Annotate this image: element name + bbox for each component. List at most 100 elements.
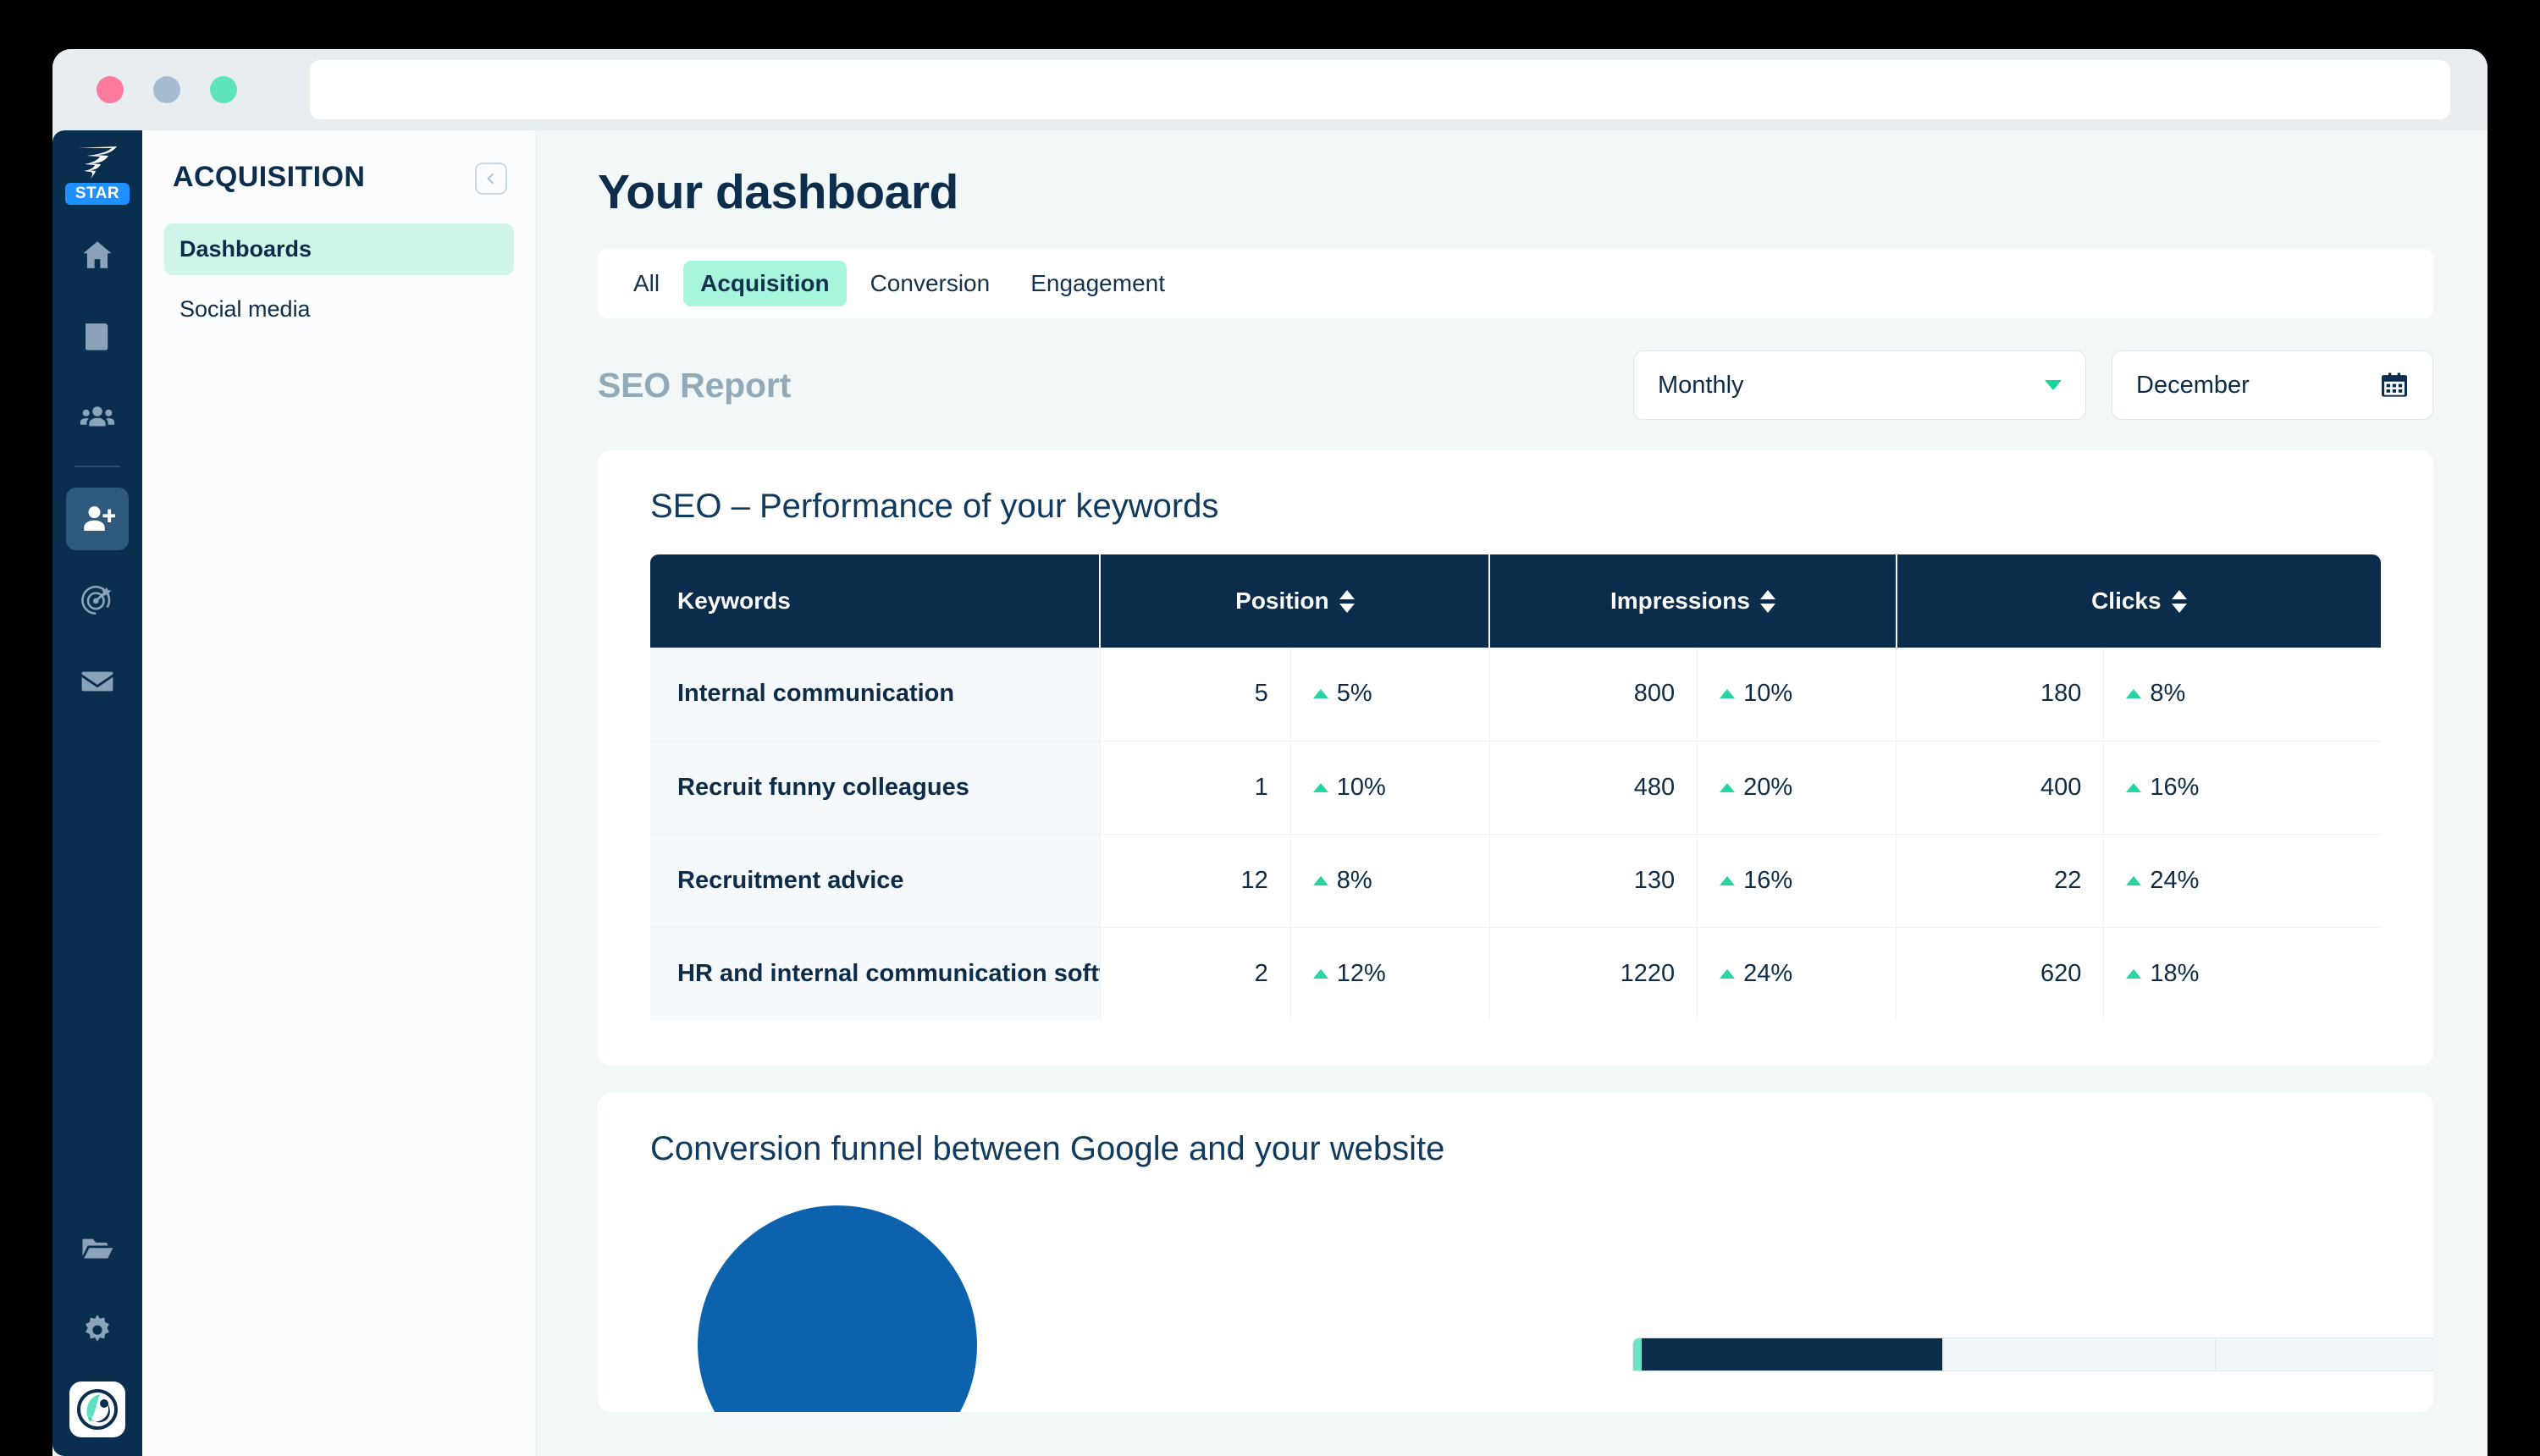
cell-position: 5 (1100, 648, 1291, 742)
funnel-header-cell (1642, 1338, 1942, 1371)
browser-window: STAR ACQUISITION Dashboards Social media… (52, 49, 2488, 1456)
rail-item-mail[interactable] (66, 650, 129, 713)
table-row[interactable]: HR and internal communication software 2… (650, 927, 2381, 1020)
tab-bar: All Acquisition Conversion Engagement (598, 249, 2433, 318)
cell-impressions: 1220 (1489, 927, 1698, 1020)
people-icon (80, 406, 115, 427)
target-icon (81, 586, 112, 615)
minimize-button[interactable] (153, 76, 180, 103)
funnel-card-title: Conversion funnel between Google and you… (650, 1130, 1445, 1167)
rail-item-team[interactable] (66, 386, 129, 449)
funnel-header-cell (2214, 1338, 2434, 1371)
url-bar[interactable] (310, 60, 2450, 119)
sidebar-header: ACQUISITION (173, 161, 507, 195)
trend-up-icon (1720, 689, 1736, 699)
cell-impressions: 130 (1489, 834, 1698, 928)
report-title: SEO Report (598, 365, 792, 405)
main-content: Your dashboard All Acquisition Conversio… (537, 130, 2488, 1456)
sidebar-item-label: Social media (179, 296, 311, 322)
book-icon (86, 323, 108, 350)
cell-keyword: Recruitment advice (650, 834, 1101, 928)
cell-position: 12 (1100, 834, 1291, 928)
sidebar-title: ACQUISITION (173, 161, 366, 193)
month-picker-value: December (2136, 371, 2250, 399)
tab-acquisition[interactable]: Acquisition (683, 261, 847, 306)
column-header-impressions[interactable]: Impressions (1489, 554, 1897, 648)
table-row[interactable]: Recruitment advice 12 8% 130 16% 22 24% (650, 834, 2381, 928)
report-header: SEO Report Monthly December (598, 350, 2433, 420)
cell-impressions-delta: 24% (1697, 927, 1897, 1020)
column-header-keywords[interactable]: Keywords (650, 554, 1102, 648)
home-icon (83, 241, 112, 268)
funnel-card: Conversion funnel between Google and you… (598, 1093, 2433, 1412)
cell-position: 2 (1100, 927, 1291, 1020)
cell-impressions: 800 (1489, 648, 1698, 742)
rail-item-settings[interactable] (66, 1299, 129, 1361)
sort-arrows-icon[interactable] (1339, 589, 1355, 613)
app-logo[interactable]: STAR (64, 144, 130, 205)
trend-up-icon (1312, 689, 1328, 699)
sidebar-item-social-media[interactable]: Social media (164, 284, 514, 335)
funnel-shape (698, 1205, 977, 1412)
table-row[interactable]: Recruit funny colleagues 1 10% 480 20% 4… (650, 741, 2381, 835)
sort-arrows-icon[interactable] (2171, 589, 2187, 613)
tab-all[interactable]: All (616, 261, 676, 306)
trend-up-icon (1720, 875, 1736, 885)
add-person-icon (84, 506, 115, 531)
browser-titlebar (52, 49, 2488, 130)
envelope-icon (81, 671, 113, 692)
tab-engagement[interactable]: Engagement (1013, 261, 1182, 306)
cell-clicks: 180 (1896, 648, 2105, 742)
rail-item-library[interactable] (66, 305, 129, 367)
rail-item-add-person[interactable] (66, 488, 129, 550)
tab-conversion[interactable]: Conversion (853, 261, 1008, 306)
app-shell: STAR ACQUISITION Dashboards Social media… (52, 130, 2488, 1456)
window-controls (97, 76, 237, 103)
trend-up-icon (1720, 782, 1736, 792)
cell-position-delta: 10% (1290, 741, 1490, 835)
table-row[interactable]: Internal communication 5 5% 800 10% 180 … (650, 648, 2381, 742)
cell-clicks-delta: 24% (2103, 834, 2381, 928)
maximize-button[interactable] (210, 76, 237, 103)
trend-up-icon (2126, 689, 2142, 699)
page-title: Your dashboard (598, 165, 958, 219)
rail-item-home[interactable] (66, 223, 129, 286)
funnel-visualization (650, 1197, 2433, 1412)
sort-arrows-icon[interactable] (1759, 589, 1775, 613)
calendar-icon (2381, 372, 2408, 397)
rail-item-goals[interactable] (66, 569, 129, 631)
seo-table: Keywords Position Impressions Clicks Int… (650, 554, 2381, 1020)
cell-position-delta: 5% (1290, 648, 1490, 742)
column-label: Impressions (1610, 587, 1750, 614)
collapse-sidebar-button[interactable] (475, 163, 507, 195)
gear-icon (86, 1315, 109, 1342)
trend-up-icon (1312, 782, 1328, 792)
funnel-table-header (1632, 1337, 2433, 1371)
period-select[interactable]: Monthly (1633, 350, 2086, 420)
icon-rail: STAR (52, 130, 142, 1456)
column-header-position[interactable]: Position (1100, 554, 1491, 648)
cell-keyword: Recruit funny colleagues (650, 741, 1101, 835)
cell-impressions-delta: 16% (1697, 834, 1897, 928)
rail-item-files[interactable] (66, 1217, 129, 1280)
column-label: Position (1235, 587, 1329, 614)
cell-impressions-delta: 10% (1697, 648, 1897, 742)
month-picker[interactable]: December (2112, 350, 2433, 420)
cell-position-delta: 8% (1290, 834, 1490, 928)
cell-keyword: Internal communication (650, 648, 1101, 742)
rail-bottom-group (66, 1199, 129, 1437)
user-avatar[interactable] (69, 1382, 125, 1437)
cell-impressions-delta: 20% (1697, 741, 1897, 835)
close-button[interactable] (97, 76, 124, 103)
column-label: Clicks (2091, 587, 2162, 614)
period-select-value: Monthly (1658, 371, 1744, 399)
cell-clicks-delta: 18% (2104, 927, 2381, 1020)
trend-up-icon (2126, 875, 2142, 885)
sidebar-item-dashboards[interactable]: Dashboards (164, 223, 514, 275)
star-badge: STAR (64, 183, 130, 205)
seo-card-title: SEO – Performance of your keywords (650, 488, 1219, 525)
chevron-left-icon (487, 173, 494, 185)
column-header-clicks[interactable]: Clicks (1896, 554, 2381, 648)
report-controls: Monthly December (1633, 350, 2433, 420)
cell-impressions: 480 (1489, 741, 1698, 835)
